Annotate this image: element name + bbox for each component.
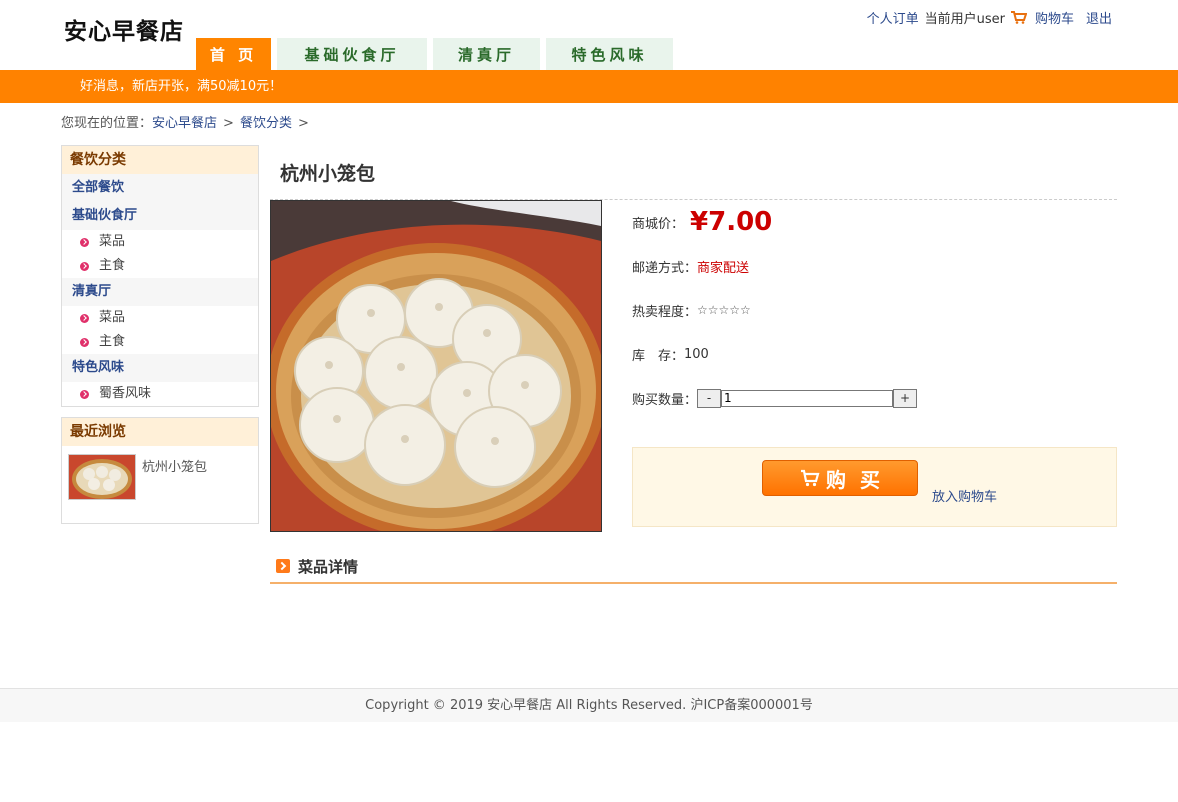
buy-box: 购买 放入购物车 <box>632 447 1117 527</box>
sidebar-sub-label: 菜品 <box>99 234 126 249</box>
footer: Copyright © 2019 安心早餐店 All Rights Reserv… <box>0 688 1178 722</box>
sidebar-sub-label: 主食 <box>99 334 126 349</box>
price-label: 商城价： <box>632 216 685 232</box>
site-logo[interactable]: 安心早餐店 <box>64 12 184 46</box>
recent-item[interactable]: 杭州小笼包 <box>62 446 258 508</box>
category-panel-title: 餐饮分类 <box>62 146 258 174</box>
bullet-icon <box>80 237 89 247</box>
sidebar-group-specialty[interactable]: 特色风味 <box>62 354 258 382</box>
sidebar-sub-item[interactable]: 菜品 <box>62 306 258 330</box>
main-nav: 首 页 基础伙食厅 清真厅 特色风味 <box>196 38 673 70</box>
price-row: 商城价： ¥7.00 <box>632 200 1116 244</box>
product-main: 杭州小笼包 商城价： ¥7.00 邮递方式： 商家配送 热卖程度： ☆☆☆☆☆ … <box>270 145 1117 584</box>
category-panel: 餐饮分类 全部餐饮 基础伙食厅 菜品 主食 清真厅 菜品 主食 特色风味 蜀香风… <box>61 145 259 407</box>
breadcrumb-sep: > <box>223 116 234 131</box>
quantity-row: 购买数量： - + <box>632 376 1116 420</box>
breadcrumb: 您现在的位置：安心早餐店 > 餐饮分类 > <box>61 112 315 131</box>
recent-item-thumbnail[interactable] <box>68 454 136 500</box>
sidebar-sub-item[interactable]: 蜀香风味 <box>62 382 258 406</box>
price-value: ¥7.00 <box>690 207 773 237</box>
bullet-icon <box>80 313 89 323</box>
sidebar-sub-item[interactable]: 主食 <box>62 330 258 354</box>
detail-title: 菜品详情 <box>298 557 359 576</box>
sidebar-item-all[interactable]: 全部餐饮 <box>62 174 258 202</box>
detail-header: 菜品详情 <box>270 550 1117 584</box>
breadcrumb-sep: > <box>297 116 309 131</box>
cart-icon <box>801 469 820 487</box>
recent-panel-title: 最近浏览 <box>62 418 258 446</box>
stock-value: 100 <box>684 346 709 362</box>
sidebar-group-basic[interactable]: 基础伙食厅 <box>62 202 258 230</box>
tab-halal[interactable]: 清真厅 <box>433 38 540 70</box>
quantity-input[interactable] <box>721 389 894 407</box>
sidebar-sub-label: 蜀香风味 <box>99 386 152 401</box>
arrow-right-icon <box>276 559 290 573</box>
shipping-label: 邮递方式： <box>632 260 698 276</box>
hot-label: 热卖程度： <box>632 304 698 320</box>
recent-item-name[interactable]: 杭州小笼包 <box>142 456 207 500</box>
my-orders-link[interactable]: 个人订单 <box>867 8 919 27</box>
header: 安心早餐店 个人订单 当前用户user 购物车 退出 首 页 基础伙食厅 清真厅… <box>0 0 1178 70</box>
sidebar-sub-label: 主食 <box>99 258 126 273</box>
stock-row: 库 存： 100 <box>632 332 1116 376</box>
shipping-value: 商家配送 <box>697 260 750 276</box>
sidebar-sub-item[interactable]: 主食 <box>62 254 258 278</box>
bullet-icon <box>80 389 89 399</box>
buy-button[interactable]: 购买 <box>762 460 918 496</box>
quantity-plus-button[interactable]: + <box>893 388 918 408</box>
sidebar-sub-label: 菜品 <box>99 310 126 325</box>
quantity-label: 购买数量： <box>632 392 698 408</box>
product-info: 商城价： ¥7.00 邮递方式： 商家配送 热卖程度： ☆☆☆☆☆ 库 存： 1… <box>632 200 1116 420</box>
rating-stars-icon: ☆☆☆☆☆ <box>697 303 751 317</box>
sidebar-sub-item[interactable]: 菜品 <box>62 230 258 254</box>
quantity-stepper: - + <box>697 388 918 408</box>
promo-banner: 好消息，新店开张，满50减10元！ <box>0 70 1178 103</box>
add-to-cart-link[interactable]: 放入购物车 <box>932 486 997 505</box>
product-title: 杭州小笼包 <box>270 145 1117 200</box>
tab-basic-dining[interactable]: 基础伙食厅 <box>277 38 427 70</box>
buy-button-label: 购买 <box>826 467 894 492</box>
shopping-cart-icon[interactable] <box>1010 11 1028 24</box>
user-bar: 个人订单 当前用户user 购物车 退出 <box>867 8 1112 27</box>
quantity-minus-button[interactable]: - <box>697 388 722 408</box>
recent-panel: 最近浏览 杭州小笼包 <box>61 417 259 524</box>
breadcrumb-home[interactable]: 安心早餐店 <box>152 116 217 131</box>
hot-row: 热卖程度： ☆☆☆☆☆ <box>632 288 1116 332</box>
tab-home[interactable]: 首 页 <box>196 38 271 70</box>
logout-link[interactable]: 退出 <box>1086 8 1112 27</box>
breadcrumb-prefix: 您现在的位置： <box>61 116 153 131</box>
cart-link[interactable]: 购物车 <box>1035 8 1074 27</box>
stock-label: 库 存： <box>632 348 685 364</box>
shipping-row: 邮递方式： 商家配送 <box>632 244 1116 288</box>
product-image <box>270 200 602 532</box>
bullet-icon <box>80 337 89 347</box>
sidebar-group-halal[interactable]: 清真厅 <box>62 278 258 306</box>
promo-text: 好消息，新店开张，满50减10元！ <box>80 79 283 94</box>
current-user-label: 当前用户user <box>924 12 1005 27</box>
copyright-text: Copyright © 2019 安心早餐店 All Rights Reserv… <box>365 698 813 713</box>
breadcrumb-category[interactable]: 餐饮分类 <box>240 116 292 131</box>
bullet-icon <box>80 261 89 271</box>
tab-specialty[interactable]: 特色风味 <box>546 38 673 70</box>
